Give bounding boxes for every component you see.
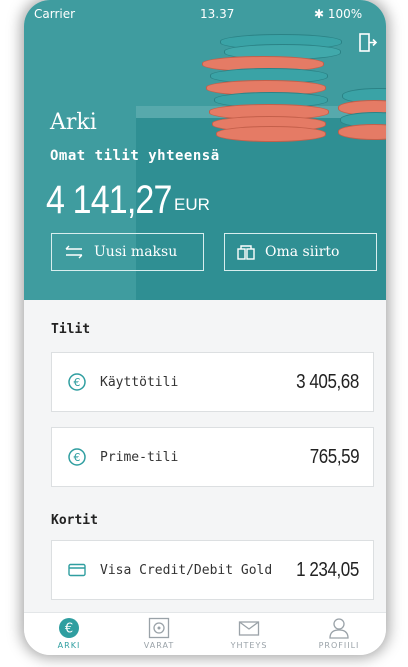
tab-arki[interactable]: € ARKI	[24, 613, 114, 655]
tab-varat[interactable]: VARAT	[114, 613, 204, 655]
account-name: Prime-tili	[100, 449, 179, 465]
card-name: Visa Credit/Debit Gold	[100, 562, 273, 578]
logout-icon[interactable]	[358, 32, 378, 54]
tab-label: ARKI	[57, 641, 81, 650]
tab-label: YHTEYS	[230, 641, 268, 650]
euro-icon: €	[68, 448, 86, 466]
accounts-heading: Tilit	[51, 322, 91, 337]
new-payment-label: Uusi maksu	[94, 244, 178, 260]
mail-icon	[238, 617, 260, 639]
svg-text:€: €	[74, 376, 81, 389]
total-label: Omat tilit yhteensä	[50, 148, 220, 164]
account-item[interactable]: € Prime-tili 765,59	[51, 427, 374, 487]
tab-label: VARAT	[143, 641, 175, 650]
tab-label: PROFIILI	[318, 641, 360, 650]
euro-icon: €	[58, 617, 80, 639]
clock: 13.37	[200, 7, 235, 21]
cards-heading: Kortit	[51, 513, 98, 528]
phone-screen: Carrier 13.37 ✱ 100% Arki Omat tilit yht…	[24, 0, 386, 655]
own-transfer-button[interactable]: Oma siirto	[224, 233, 377, 271]
currency-label: EUR	[174, 195, 210, 214]
new-payment-button[interactable]: Uusi maksu	[51, 233, 204, 271]
own-transfer-icon	[237, 244, 255, 260]
profile-icon	[328, 617, 350, 639]
account-item[interactable]: € Käyttötili 3 405,68	[51, 352, 374, 412]
account-balance: 3 405,68	[296, 370, 359, 393]
status-bar: Carrier 13.37 ✱ 100%	[24, 0, 386, 26]
header-hero: Carrier 13.37 ✱ 100% Arki Omat tilit yht…	[24, 0, 386, 300]
own-transfer-label: Oma siirto	[265, 244, 340, 260]
card-balance: 1 234,05	[296, 558, 359, 581]
tab-yhteys[interactable]: YHTEYS	[204, 613, 294, 655]
safe-icon	[148, 617, 170, 639]
total-balance: 4 141,27 EUR	[46, 178, 210, 223]
tab-bar: € ARKI VARAT YHTEYS PROFIILI	[24, 612, 386, 655]
carrier-label: Carrier	[34, 7, 76, 21]
credit-card-icon	[68, 563, 86, 577]
svg-text:€: €	[65, 622, 73, 637]
battery-label: ✱ 100%	[314, 7, 363, 21]
card-item[interactable]: Visa Credit/Debit Gold 1 234,05	[51, 540, 374, 600]
account-name: Käyttötili	[100, 374, 179, 390]
page-title: Arki	[50, 110, 97, 135]
svg-text:€: €	[74, 451, 81, 464]
tab-profiili[interactable]: PROFIILI	[294, 613, 384, 655]
transfer-arrows-icon	[64, 245, 84, 259]
account-balance: 765,59	[309, 445, 360, 468]
total-amount: 4 141,27	[46, 178, 172, 222]
euro-icon: €	[68, 373, 86, 391]
